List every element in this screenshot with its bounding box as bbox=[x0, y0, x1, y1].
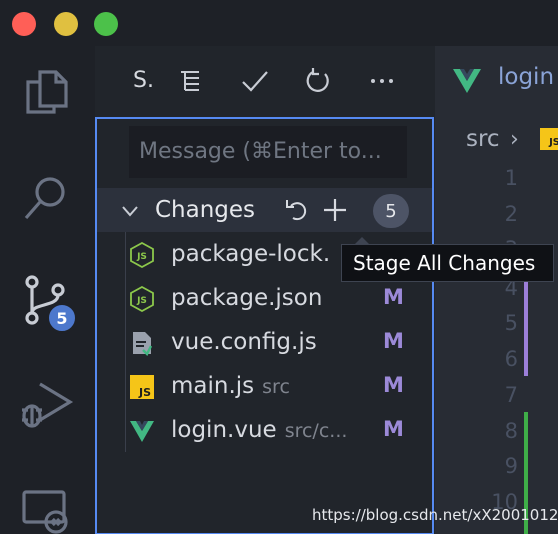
js-file-icon: JS bbox=[130, 375, 154, 399]
commit-message-input[interactable]: Message (⌘Enter to... bbox=[129, 126, 407, 178]
source-control-sidebar: S. Message (⌘Enter to... Changes 5 JS pa… bbox=[95, 46, 435, 534]
file-directory: src bbox=[262, 376, 290, 398]
search-icon[interactable] bbox=[18, 168, 74, 224]
activity-bar: 5 bbox=[0, 0, 118, 534]
stage-all-icon[interactable] bbox=[321, 196, 349, 224]
line-number: 1 bbox=[504, 166, 518, 190]
commit-check-icon[interactable] bbox=[239, 66, 269, 96]
refresh-icon[interactable] bbox=[303, 66, 333, 96]
svg-text:JS: JS bbox=[138, 386, 151, 399]
file-status: M bbox=[383, 329, 404, 353]
chevron-right-icon: › bbox=[510, 127, 519, 152]
source-control-badge: 5 bbox=[46, 302, 78, 334]
js-file-icon[interactable]: JS bbox=[540, 128, 558, 150]
config-file-icon bbox=[133, 332, 153, 356]
editor-tab-label: login bbox=[498, 64, 555, 90]
file-name-text: login.vue bbox=[171, 417, 277, 443]
vue-file-icon bbox=[130, 421, 154, 442]
sidebar-header: S. bbox=[95, 46, 435, 116]
list-tree-icon[interactable] bbox=[175, 66, 205, 96]
more-icon[interactable] bbox=[367, 66, 397, 96]
sidebar-title: S. bbox=[133, 68, 154, 93]
stage-all-tooltip: Stage All Changes bbox=[341, 244, 554, 282]
file-name: package-lock. bbox=[171, 241, 331, 267]
file-row[interactable]: JS package.json M bbox=[97, 277, 432, 321]
changes-group-header[interactable]: Changes 5 bbox=[97, 188, 432, 232]
file-name: login.vue src/c... bbox=[171, 417, 347, 443]
svg-text:JS: JS bbox=[136, 252, 147, 262]
run-debug-icon[interactable] bbox=[18, 376, 74, 432]
file-status: M bbox=[383, 285, 404, 309]
close-window-button[interactable] bbox=[12, 12, 36, 36]
changes-group-title: Changes bbox=[155, 197, 256, 223]
line-number: 5 bbox=[504, 311, 518, 335]
modified-lines-gutter[interactable] bbox=[524, 280, 528, 376]
file-name: vue.config.js bbox=[171, 329, 317, 355]
file-name: main.js src bbox=[171, 373, 290, 399]
nodejs-icon: JS bbox=[130, 286, 154, 312]
file-row[interactable]: JS main.js src M bbox=[97, 365, 432, 409]
file-row[interactable]: login.vue src/c... M bbox=[97, 409, 432, 453]
file-directory: src/c... bbox=[284, 420, 348, 442]
chevron-down-icon bbox=[122, 206, 138, 217]
remote-explorer-icon[interactable] bbox=[18, 482, 74, 534]
changes-count-badge: 5 bbox=[373, 194, 409, 228]
vue-file-icon bbox=[453, 69, 481, 93]
breadcrumb-folder[interactable]: src bbox=[466, 126, 500, 152]
file-name-text: main.js bbox=[171, 373, 255, 399]
zoom-window-button[interactable] bbox=[94, 12, 118, 36]
line-number: 6 bbox=[504, 347, 518, 371]
explorer-icon[interactable] bbox=[18, 62, 74, 118]
watermark: https://blog.csdn.net/xX20010124 bbox=[312, 506, 558, 524]
line-number: 7 bbox=[504, 383, 518, 407]
nodejs-icon: JS bbox=[130, 242, 154, 268]
file-name: package.json bbox=[171, 285, 323, 311]
file-status: M bbox=[383, 417, 404, 441]
file-row[interactable]: vue.config.js M bbox=[97, 321, 432, 365]
discard-all-icon[interactable] bbox=[283, 196, 311, 224]
svg-text:JS: JS bbox=[136, 296, 147, 306]
line-number: 2 bbox=[504, 202, 518, 226]
line-number: 8 bbox=[504, 419, 518, 443]
line-number: 9 bbox=[504, 454, 518, 478]
file-status: M bbox=[383, 373, 404, 397]
minimize-window-button[interactable] bbox=[54, 12, 78, 36]
